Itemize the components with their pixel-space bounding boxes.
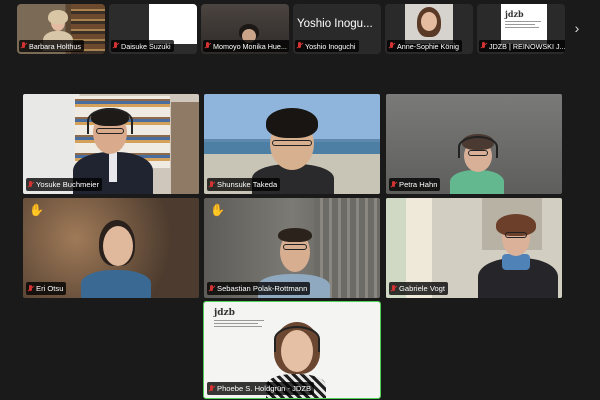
headset [458, 136, 498, 158]
participant-face [421, 12, 437, 31]
participant-tile[interactable]: ✋ Eri Otsu [23, 198, 199, 298]
name-label: Petra Hahn [389, 178, 441, 191]
mic-muted-icon [28, 284, 34, 293]
participant-body [81, 270, 151, 298]
mic-muted-icon [297, 42, 303, 50]
mic-muted-icon [113, 42, 119, 50]
mic-muted-icon [28, 180, 34, 189]
mic-muted-icon [209, 180, 215, 189]
participant-filmstrip: Barbara Holthus Daisuke Suzuki Momoyo Mo… [17, 4, 569, 54]
glasses [505, 232, 527, 238]
glasses [272, 140, 312, 146]
headset [274, 326, 320, 352]
participant-hair [48, 10, 68, 24]
participant-tile[interactable]: Petra Hahn [386, 94, 562, 194]
mic-muted-icon [389, 42, 395, 50]
participant-tile[interactable]: Gabriele Vogt [386, 198, 562, 298]
mic-muted-icon [209, 284, 215, 293]
participant-hair [266, 108, 318, 138]
filmstrip-thumb[interactable]: Daisuke Suzuki [109, 4, 197, 54]
participant-name-tile: Yoshio Inogu... [297, 18, 373, 30]
participant-face [103, 226, 133, 266]
headset [87, 108, 133, 134]
name-label: Barbara Holthus [19, 40, 84, 52]
mic-muted-icon [391, 284, 397, 293]
mic-muted-icon [391, 180, 397, 189]
mic-muted-icon [209, 384, 215, 393]
name-label: JDZB | REINOWSKI J... [479, 40, 565, 52]
participant-tile[interactable]: Shunsuke Takeda [204, 94, 380, 194]
name-label: Yoshio Inoguchi [295, 40, 359, 52]
jdzb-logo: jdzb [210, 306, 270, 334]
participant-tile[interactable]: ✋ Sebastian Polak-Rottmann [204, 198, 380, 298]
filmstrip-thumb[interactable]: Barbara Holthus [17, 4, 105, 54]
wall-cabinet [171, 102, 199, 194]
name-label: Daisuke Suzuki [111, 40, 174, 52]
name-label: Anne-Sophie König [387, 40, 462, 52]
glasses [283, 244, 307, 250]
name-label: Gabriele Vogt [389, 282, 449, 295]
mic-muted-icon [481, 42, 487, 50]
participant-body [450, 170, 504, 194]
jdzb-logo: jdzb [501, 4, 547, 44]
name-label: Eri Otsu [26, 282, 67, 295]
filmstrip-thumb[interactable]: jdzb JDZB | REINOWSKI J... [477, 4, 565, 54]
filmstrip-thumb[interactable]: Yoshio Inogu... Yoshio Inoguchi [293, 4, 381, 54]
name-label: Phoebe S. Holdgrün - JDZB [207, 382, 315, 395]
participant-tile[interactable]: Yosuke Buchmeier [23, 94, 199, 194]
name-label: Sebastian Polak-Rottmann [207, 282, 311, 295]
participant-hair [278, 228, 312, 242]
name-label: Shunsuke Takeda [207, 178, 281, 191]
name-label: Momoyo Monika Hue... [203, 40, 289, 52]
next-page-button[interactable]: › [571, 20, 583, 36]
scarf [502, 254, 530, 270]
participant-tile-active-speaker[interactable]: jdzb Phoebe S. Holdgrün - JDZB [203, 301, 381, 399]
filmstrip-thumb[interactable]: Momoyo Monika Hue... [201, 4, 289, 54]
raised-hand-icon: ✋ [210, 203, 225, 217]
raised-hand-icon: ✋ [29, 203, 44, 217]
filmstrip-thumb[interactable]: Anne-Sophie König [385, 4, 473, 54]
mic-muted-icon [205, 42, 211, 50]
mic-muted-icon [21, 42, 27, 50]
name-label: Yosuke Buchmeier [26, 178, 103, 191]
shirt [109, 152, 117, 182]
white-video-area [149, 4, 197, 44]
